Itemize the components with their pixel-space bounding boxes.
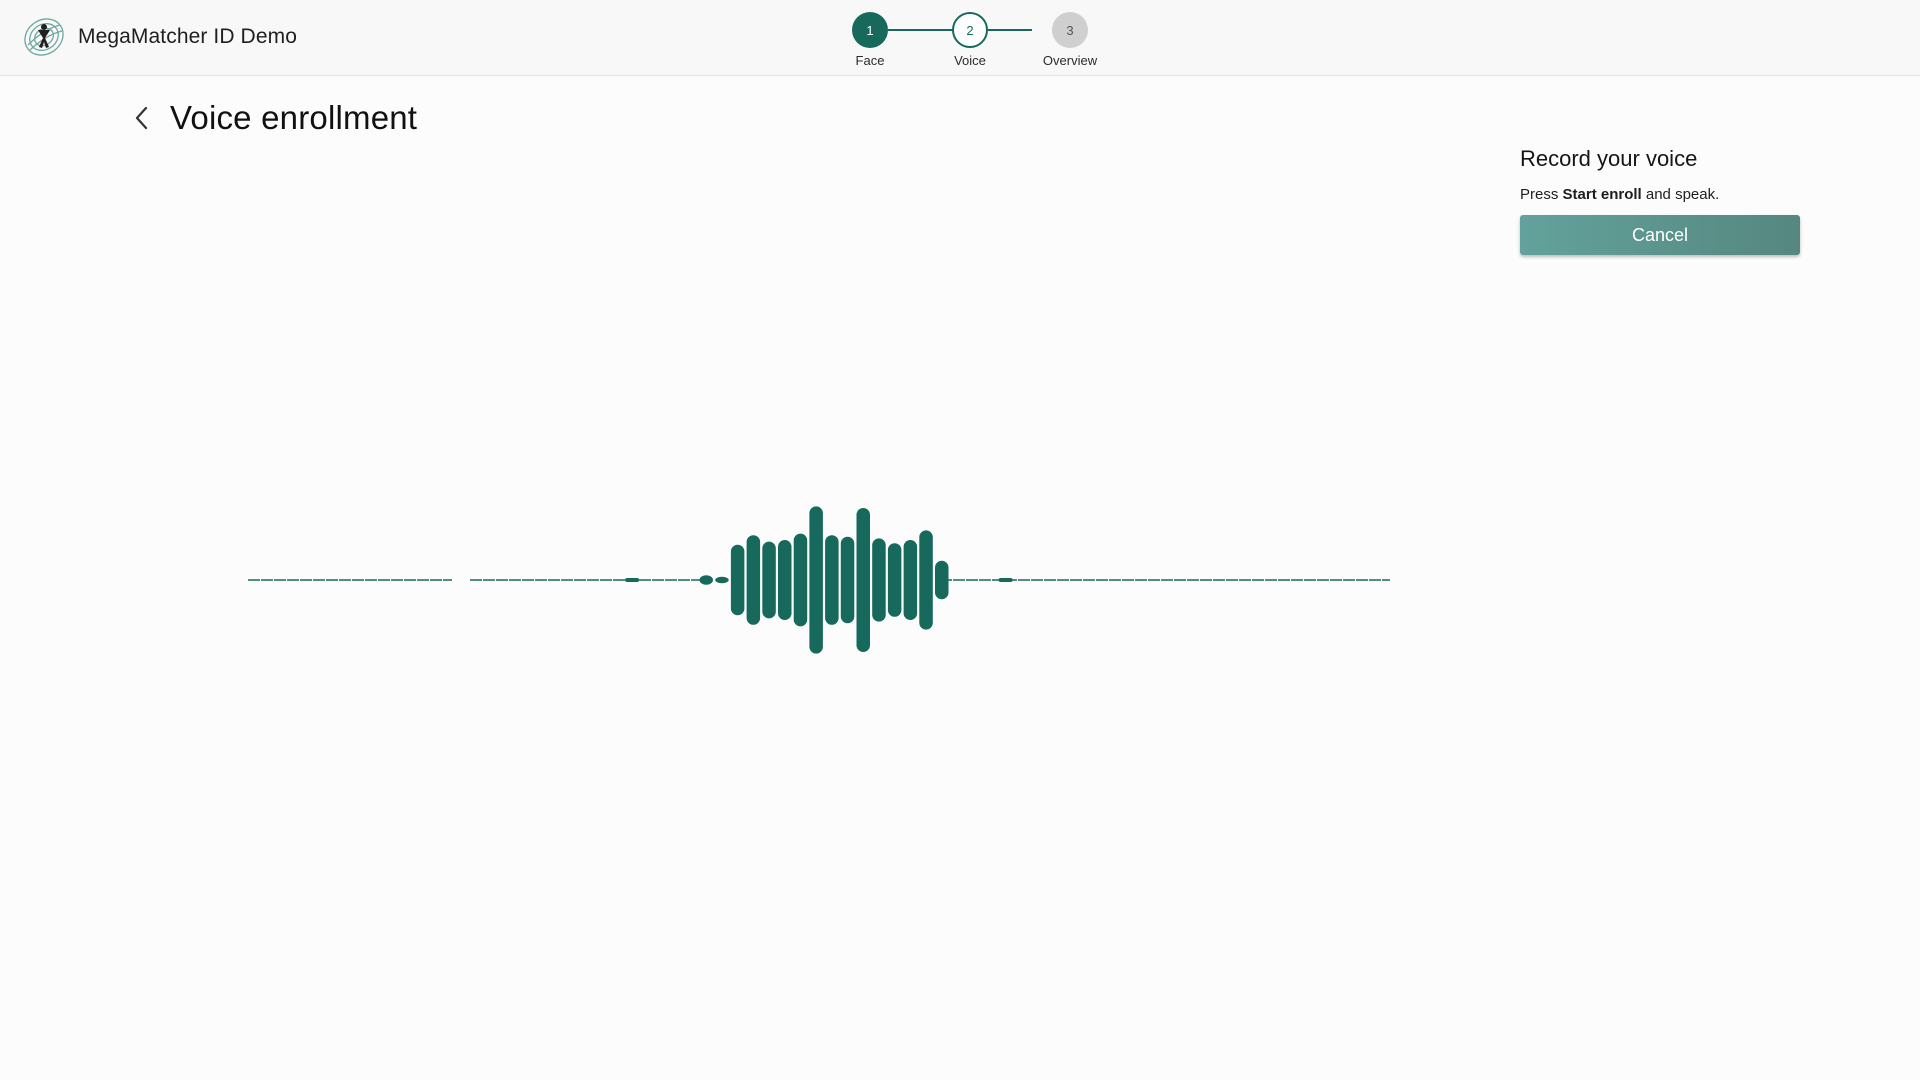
step-voice-label: Voice — [954, 53, 986, 68]
waveform-bar — [856, 508, 870, 652]
cancel-button[interactable]: Cancel — [1520, 215, 1800, 255]
waveform-bar — [919, 530, 933, 630]
waveform-bar — [778, 540, 792, 620]
step-overview-label: Overview — [1042, 53, 1098, 68]
instruction-suffix: and speak. — [1641, 186, 1720, 203]
voice-waveform — [248, 506, 1390, 654]
brand: MegaMatcher ID Demo — [22, 15, 297, 59]
waveform-bar — [872, 538, 886, 622]
page-header: Voice enrollment — [128, 96, 417, 140]
waveform-marker — [625, 578, 640, 582]
step-face-label: Face — [855, 53, 885, 68]
waveform-bar — [699, 575, 713, 585]
waveform-bar — [840, 536, 855, 624]
page-title: Voice enrollment — [170, 99, 418, 136]
waveform-bar — [935, 560, 949, 600]
app-logo-icon — [24, 18, 64, 56]
panel-instruction: Press Start enroll and speak. — [1520, 186, 1800, 203]
waveform-bar — [793, 533, 808, 627]
enrollment-stepper: 1 Face 2 Voice 3 Overview — [830, 12, 1097, 72]
record-voice-panel: Record your voice Press Start enroll and… — [1520, 146, 1800, 255]
waveform-bar — [887, 543, 902, 617]
waveform-marker — [998, 578, 1013, 582]
step-voice[interactable]: 2 Voice — [930, 12, 1010, 68]
instruction-emphasis: Start enroll — [1562, 186, 1642, 203]
step-face-number: 1 — [852, 12, 888, 48]
instruction-prefix: Press — [1520, 186, 1563, 203]
waveform-bar — [809, 506, 823, 654]
step-voice-number: 2 — [952, 12, 988, 48]
step-overview-number: 3 — [1052, 12, 1088, 48]
waveform-bars — [699, 506, 949, 654]
panel-heading: Record your voice — [1520, 146, 1698, 171]
step-face[interactable]: 1 Face — [830, 12, 910, 68]
waveform-bar — [746, 535, 761, 625]
waveform-bar — [715, 576, 729, 584]
waveform-bar — [903, 540, 918, 620]
waveform-bar — [825, 535, 839, 625]
back-button[interactable] — [128, 100, 156, 136]
waveform-bar — [730, 544, 745, 616]
waveform-bar — [762, 541, 776, 619]
top-bar: MegaMatcher ID Demo 1 Face 2 Voice 3 Ove… — [0, 0, 1920, 76]
step-overview[interactable]: 3 Overview — [1030, 12, 1110, 68]
app-title: MegaMatcher ID Demo — [78, 25, 297, 48]
chevron-left-icon — [135, 106, 148, 130]
